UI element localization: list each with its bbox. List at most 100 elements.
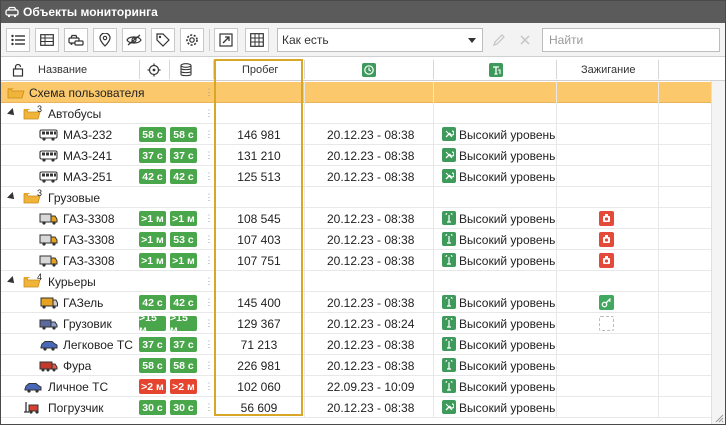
tags-button[interactable] <box>151 28 175 52</box>
object-name[interactable]: Фура <box>63 355 91 376</box>
status-antenna-icon[interactable] <box>489 58 503 81</box>
vertical-scrollbar[interactable] <box>711 81 725 424</box>
object-row[interactable]: Фура 58 с 58 с ⋮ 226 981 20.12.23 - 08:38 Высо… <box>1 355 711 376</box>
collapse-triangle-icon[interactable] <box>7 276 17 286</box>
drag-handle-icon[interactable]: ⋮ <box>205 103 214 124</box>
wrench-status-icon <box>442 169 456 183</box>
lock-icon[interactable] <box>12 58 24 81</box>
tree-group-row[interactable]: 3 Автобусы ⋮ <box>1 103 711 124</box>
vehicle-icon-wrap <box>23 376 43 397</box>
bus-icon <box>39 149 58 162</box>
status-text: Высокий уровень <box>459 295 556 310</box>
data-age-badge: 42 с <box>170 295 197 310</box>
collapse-triangle-icon[interactable] <box>7 192 17 202</box>
drag-handle-icon[interactable]: ⋮ <box>205 145 214 166</box>
tree-group-row[interactable]: 4 Курьеры ⋮ <box>1 271 711 292</box>
last-message-time: 20.12.23 - 08:24 <box>327 316 415 331</box>
edit-button[interactable] <box>487 28 511 52</box>
folder-icon <box>7 87 25 98</box>
settings-button[interactable] <box>180 28 204 52</box>
object-name[interactable]: Легковое ТС <box>63 334 133 355</box>
object-row[interactable]: МАЗ-251 42 с 42 с ⋮ 125 513 20.12.23 - 08:38 В… <box>1 166 711 187</box>
clear-button[interactable] <box>513 28 537 52</box>
wrench-status-icon <box>442 127 456 141</box>
list-view-button[interactable] <box>6 28 30 52</box>
object-row[interactable]: ГАЗ-3308 >1 м >1 м ⋮ 108 545 20.12.23 - 08:38… <box>1 208 711 229</box>
object-name[interactable]: Погрузчик <box>48 397 104 418</box>
van-icon <box>39 213 58 225</box>
car-icon <box>24 382 42 393</box>
drag-handle-icon[interactable]: ⋮ <box>205 124 214 145</box>
pencil-icon <box>493 34 505 46</box>
drag-handle-icon[interactable]: ⋮ <box>205 313 214 334</box>
object-name[interactable]: МАЗ-232 <box>63 124 112 145</box>
object-row[interactable]: МАЗ-241 37 с 37 с ⋮ 131 210 20.12.23 - 08:38 В… <box>1 145 711 166</box>
map-pin-icon <box>99 33 111 47</box>
object-row[interactable]: Личное ТС >2 м >2 м ⋮ 102 060 22.09.23 - 10:0… <box>1 376 711 397</box>
folder-open-icon[interactable] <box>7 82 25 103</box>
object-row[interactable]: Погрузчик 30 с 30 с ⋮ 56 609 20.12.23 - 08:38… <box>1 397 711 418</box>
object-row[interactable]: МАЗ-232 58 с 58 с ⋮ 146 981 20.12.23 - 08:38 В… <box>1 124 711 145</box>
mileage-value: 145 400 <box>237 295 281 310</box>
mileage-value: 107 751 <box>237 253 281 268</box>
drag-handle-icon[interactable]: ⋮ <box>205 292 214 313</box>
status-text: Высокий уровень <box>459 211 556 226</box>
gazel-icon <box>40 297 58 309</box>
gps-age-badge: >15 м <box>139 312 166 336</box>
column-ignition-header[interactable]: Зажигание <box>581 58 636 81</box>
mileage-value: 71 213 <box>240 337 278 352</box>
geozone-button[interactable] <box>93 28 117 52</box>
table-view-button[interactable] <box>35 28 59 52</box>
lorry-icon <box>39 361 58 371</box>
search-input[interactable] <box>542 28 720 52</box>
object-name[interactable]: ГАЗ-3308 <box>63 208 115 229</box>
data-age-badge: 58 с <box>170 127 197 142</box>
object-row[interactable]: Грузовик >15 м >15 м ⋮ 129 367 20.12.23 - 08:… <box>1 312 711 336</box>
drag-handle-icon[interactable]: ⋮ <box>205 250 214 271</box>
collapse-triangle-icon[interactable] <box>7 108 17 118</box>
data-age-badge: >1 м <box>170 211 197 226</box>
drag-handle-icon[interactable]: ⋮ <box>205 187 214 208</box>
object-row[interactable]: ГАЗ-3308 >1 м 53 с ⋮ 107 403 20.12.23 - 08:38… <box>1 229 711 250</box>
gps-age-badge: 58 с <box>139 127 166 142</box>
hide-button[interactable] <box>122 28 146 52</box>
drag-handle-icon[interactable]: ⋮ <box>205 271 214 292</box>
object-name[interactable]: МАЗ-241 <box>63 145 112 166</box>
export-button[interactable] <box>214 28 238 52</box>
chevron-down-icon <box>468 38 476 43</box>
drag-handle-icon[interactable]: ⋮ <box>205 355 214 376</box>
object-name[interactable]: МАЗ-251 <box>63 166 112 187</box>
vehicle-icon-wrap <box>39 145 59 166</box>
last-message-time: 22.09.23 - 10:09 <box>327 379 415 394</box>
drag-handle-icon[interactable]: ⋮ <box>205 229 214 250</box>
resize-grip-icon[interactable] <box>714 413 724 423</box>
object-row[interactable]: Легковое ТС 37 с 37 с ⋮ 71 213 20.12.23 - 08:… <box>1 334 711 355</box>
tree-group-row[interactable]: 3 Грузовые ⋮ <box>1 187 711 208</box>
tree-root-row[interactable]: Схема пользователя ⋮ <box>1 82 711 103</box>
column-name-header[interactable]: Название <box>38 58 87 81</box>
object-name[interactable]: ГАЗ-3308 <box>63 229 115 250</box>
drag-handle-icon[interactable]: ⋮ <box>205 166 214 187</box>
database-icon[interactable] <box>180 58 192 81</box>
data-age-badge: 37 с <box>170 337 197 352</box>
gps-target-icon[interactable] <box>147 58 161 81</box>
status-text: Высокий уровень <box>459 148 556 163</box>
gps-age-badge: 37 с <box>139 148 166 163</box>
drag-handle-icon[interactable]: ⋮ <box>205 397 214 418</box>
drag-handle-icon[interactable]: ⋮ <box>205 82 214 103</box>
object-name[interactable]: ГАЗ-3308 <box>63 250 115 271</box>
sort-select[interactable]: Как есть <box>277 28 483 52</box>
object-name[interactable]: ГАЗель <box>63 292 103 313</box>
columns-button[interactable] <box>245 28 269 52</box>
drag-handle-icon[interactable]: ⋮ <box>205 334 214 355</box>
object-row[interactable]: ГАЗ-3308 >1 м >1 м ⋮ 107 751 20.12.23 - 08:38… <box>1 250 711 271</box>
object-name[interactable]: Грузовик <box>63 313 112 334</box>
drag-handle-icon[interactable]: ⋮ <box>205 208 214 229</box>
object-name[interactable]: Личное ТС <box>48 376 108 397</box>
column-mileage-header[interactable]: Пробег <box>242 58 278 81</box>
drag-handle-icon[interactable]: ⋮ <box>205 376 214 397</box>
clock-icon[interactable] <box>362 58 376 81</box>
monitoring-objects-window: Объекты мониторинга Как есть Найти Назва… <box>0 0 726 425</box>
object-row[interactable]: ГАЗель 42 с 42 с ⋮ 145 400 20.12.23 - 08:38 Вы… <box>1 292 711 313</box>
vehicles-button[interactable] <box>64 28 88 52</box>
